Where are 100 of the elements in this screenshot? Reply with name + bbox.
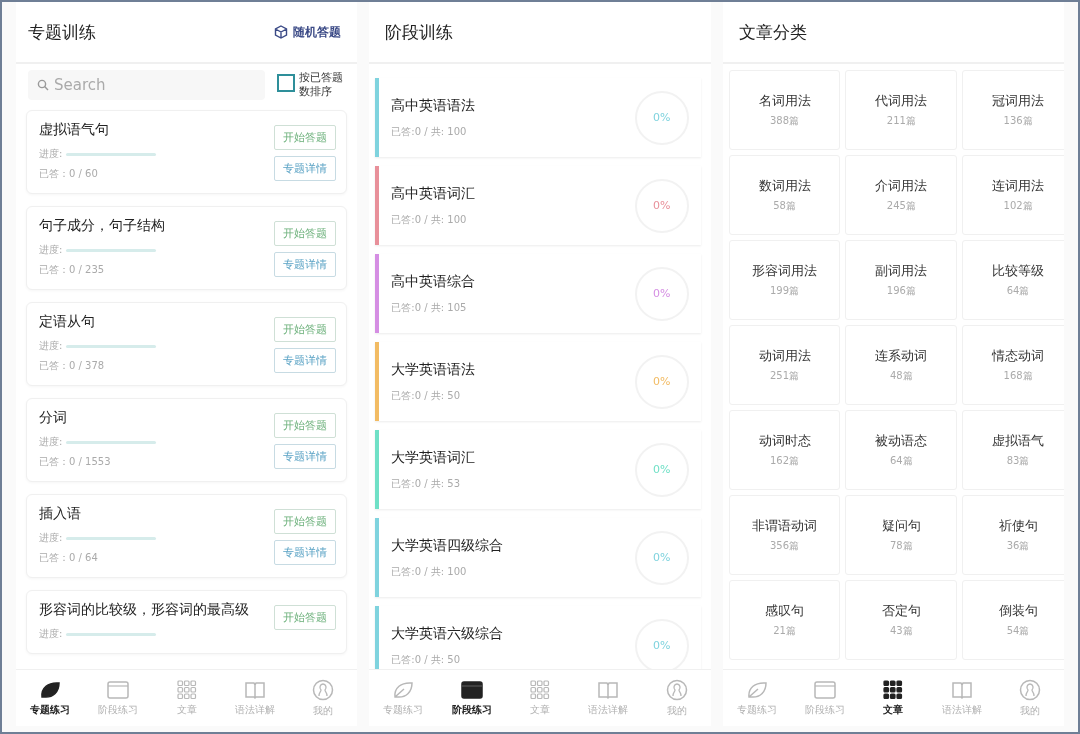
answered-count: 已答：0 / 60 (39, 167, 99, 181)
article-count: 58篇 (773, 199, 796, 213)
category-tile[interactable]: 介词用法 245篇 (845, 155, 958, 235)
category-name: 动词时态 (758, 432, 811, 450)
article-count: 48篇 (889, 369, 913, 383)
topic-name: 插入语 (39, 505, 82, 523)
progress-label: 进度: (39, 627, 63, 641)
topic-name: 句子成分，句子结构 (39, 217, 166, 235)
category-name: 被动语态 (875, 432, 928, 450)
window-icon (459, 679, 484, 700)
checkbox-label: 按已答题数排序 (299, 71, 345, 99)
answered-count: 已答:0 / 共: 53 (391, 476, 462, 491)
search-field[interactable]: Search (28, 70, 266, 100)
category-tile[interactable]: 被动语态 64篇 (845, 410, 958, 490)
category-tile[interactable]: 情态动词 168篇 (962, 325, 1064, 405)
grid-icon (176, 679, 197, 700)
article-count: 21篇 (773, 624, 796, 638)
category-tile[interactable]: 副词用法 196篇 (845, 240, 958, 320)
user-icon (1018, 678, 1041, 701)
category-name: 连词用法 (992, 177, 1045, 195)
category-tile[interactable]: 虚拟语气 83篇 (962, 410, 1064, 490)
category-name: 非谓语动词 (752, 517, 818, 535)
article-count: 64篇 (1006, 284, 1030, 298)
article-count: 388篇 (770, 114, 800, 128)
article-count: 43篇 (889, 624, 913, 638)
nav-tab[interactable]: 专题练习 (16, 670, 85, 726)
category-tile[interactable]: 疑问句 78篇 (845, 495, 958, 575)
nav-tab[interactable]: 文章 (859, 670, 928, 726)
leaf-icon (39, 679, 62, 700)
progress-label: 进度: (39, 435, 63, 449)
category-tile[interactable]: 冠词用法 136篇 (962, 70, 1064, 150)
category-tile[interactable]: 连系动词 48篇 (845, 325, 958, 405)
leaf-icon (392, 679, 415, 700)
stage-name: 高中英语词汇 (391, 184, 477, 203)
stage-card[interactable]: 高中英语语法 已答:0 / 共: 100 0% (375, 78, 701, 157)
progress-label: 进度: (39, 147, 63, 161)
category-tile[interactable]: 比较等级 64篇 (962, 240, 1064, 320)
progress-label: 进度: (39, 339, 63, 353)
grid-icon (530, 679, 550, 700)
category-name: 名词用法 (758, 92, 811, 110)
article-count: 251篇 (770, 369, 800, 383)
category-name: 倒装句 (998, 602, 1038, 620)
category-tile[interactable]: 否定句 43篇 (845, 580, 958, 660)
progress-label: 进度: (39, 243, 63, 257)
category-name: 连系动词 (875, 347, 928, 365)
category-tile[interactable]: 倒装句 54篇 (962, 580, 1064, 660)
stage-card[interactable]: 大学英语词汇 已答:0 / 共: 53 0% (375, 430, 701, 509)
category-tile[interactable]: 连词用法 102篇 (962, 155, 1064, 235)
nav-tab[interactable]: 阶段练习 (437, 670, 506, 726)
progress-ring: 0% (634, 266, 689, 321)
topic-name: 定语从句 (39, 313, 96, 331)
checkbox[interactable] (277, 74, 296, 93)
progress-ring: 0% (634, 530, 689, 585)
category-name: 副词用法 (875, 262, 928, 280)
category-tile[interactable]: 动词时态 162篇 (728, 410, 841, 490)
progress-ring: 0% (634, 354, 689, 409)
window-icon (106, 679, 131, 700)
category-name: 动词用法 (758, 347, 811, 365)
stage-card[interactable]: 高中英语综合 已答:0 / 共: 105 0% (375, 254, 701, 333)
article-count: 211篇 (886, 114, 916, 128)
category-tile[interactable]: 名词用法 388篇 (728, 70, 841, 150)
category-name: 祈使句 (998, 517, 1038, 535)
search-icon (37, 79, 49, 91)
category-name: 比较等级 (992, 262, 1045, 280)
answered-count: 已答：0 / 64 (39, 551, 99, 565)
article-count: 78篇 (889, 539, 913, 553)
answered-count: 已答:0 / 共: 50 (391, 652, 462, 667)
book-icon (243, 679, 266, 700)
article-count: 54篇 (1006, 624, 1030, 638)
article-count: 83篇 (1006, 454, 1030, 468)
stage-card[interactable]: 高中英语词汇 已答:0 / 共: 100 0% (375, 166, 701, 245)
category-tile[interactable]: 祈使句 36篇 (962, 495, 1064, 575)
stage-name: 大学英语六级综合 (391, 624, 505, 643)
category-tile[interactable]: 感叹句 21篇 (728, 580, 841, 660)
category-tile[interactable]: 数词用法 58篇 (728, 155, 841, 235)
answered-count: 已答：0 / 1553 (39, 455, 112, 469)
article-count: 136篇 (1003, 114, 1033, 128)
stage-card[interactable]: 大学英语四级综合 已答:0 / 共: 100 0% (375, 518, 701, 597)
stage-card[interactable]: 大学英语语法 已答:0 / 共: 50 0% (375, 342, 701, 421)
category-tile[interactable]: 形容词用法 199篇 (728, 240, 841, 320)
category-name: 情态动词 (992, 347, 1045, 365)
article-count: 102篇 (1003, 199, 1033, 213)
category-tile[interactable]: 代词用法 211篇 (845, 70, 958, 150)
random-quiz-button[interactable]: 随机答题 (274, 23, 342, 41)
book-icon (950, 679, 973, 700)
topic-name: 分词 (39, 409, 68, 427)
user-icon (665, 678, 688, 701)
progress-ring: 0% (634, 178, 689, 233)
category-tile[interactable]: 动词用法 251篇 (728, 325, 841, 405)
article-count: 356篇 (770, 539, 800, 553)
article-count: 168篇 (1003, 369, 1033, 383)
answered-count: 已答：0 / 378 (39, 359, 106, 373)
answered-count: 已答:0 / 共: 100 (391, 124, 468, 139)
topic-name: 形容词的比较级，形容词的最高级 (39, 601, 250, 619)
category-name: 形容词用法 (752, 262, 818, 280)
category-tile[interactable]: 非谓语动词 356篇 (728, 495, 841, 575)
stage-card[interactable]: 大学英语六级综合 已答:0 / 共: 50 0% (375, 606, 701, 669)
stage-name: 大学英语四级综合 (391, 536, 505, 555)
category-name: 感叹句 (765, 602, 805, 620)
progress-ring: 0% (634, 442, 689, 497)
